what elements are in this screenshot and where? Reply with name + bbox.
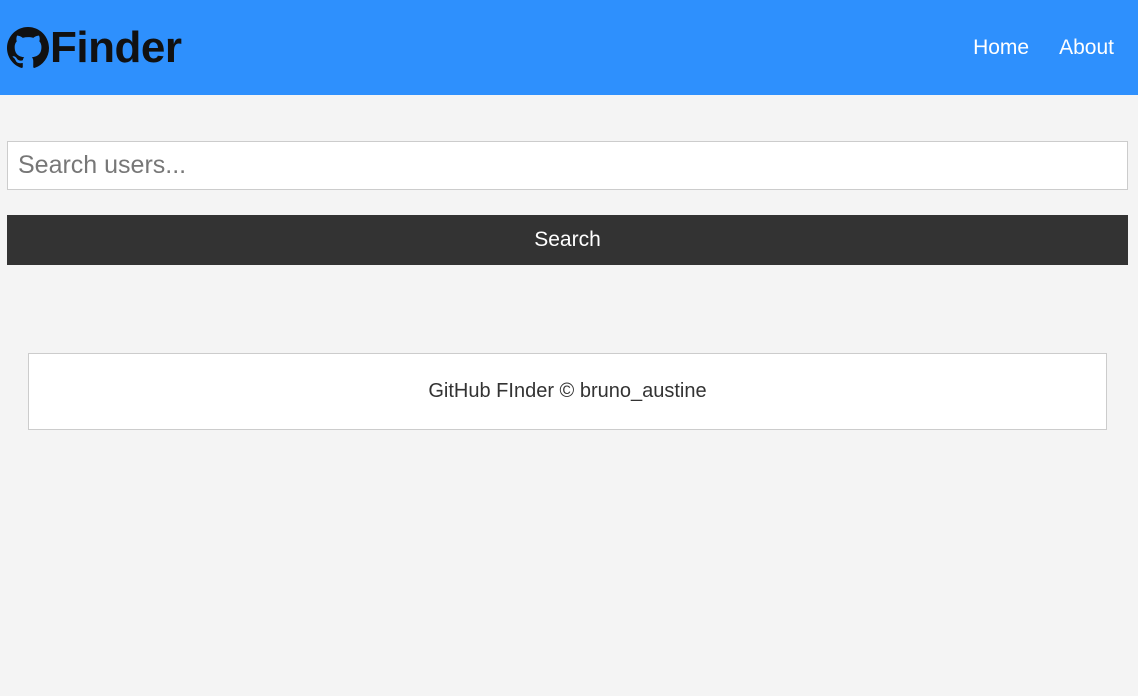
- nav-link-home[interactable]: Home: [973, 36, 1029, 60]
- github-icon: [7, 26, 49, 69]
- nav-link-about[interactable]: About: [1059, 36, 1114, 60]
- footer-text: GitHub FInder © bruno_austine: [428, 380, 707, 402]
- search-input[interactable]: [7, 141, 1128, 190]
- search-button[interactable]: Search: [7, 215, 1128, 265]
- brand[interactable]: Finder: [7, 22, 182, 72]
- footer-card: GitHub FInder © bruno_austine: [28, 353, 1107, 430]
- navbar: Finder Home About: [0, 0, 1138, 95]
- brand-title: Finder: [50, 22, 182, 72]
- nav-links: Home About: [943, 36, 1114, 60]
